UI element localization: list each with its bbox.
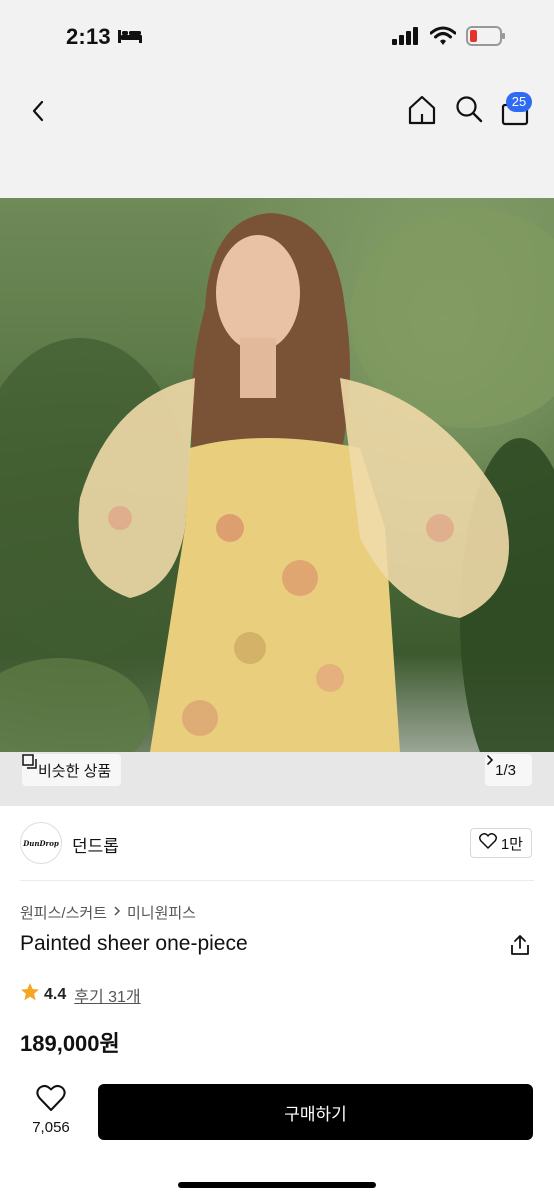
top-navigation: 25 — [0, 76, 554, 198]
similar-products-button[interactable]: 비슷한 상품 — [22, 754, 122, 786]
home-icon[interactable] — [406, 94, 438, 131]
shop-name[interactable]: 던드롭 — [72, 832, 119, 857]
rating-row: 4.4 후기 31개 — [20, 982, 141, 1007]
shop-info-row[interactable]: DunDrop 던드롭 1만 — [0, 806, 554, 880]
status-bar: 2:13 — [0, 0, 554, 76]
cart-count-badge: 25 — [506, 92, 532, 112]
like-count: 7,056 — [32, 1119, 70, 1136]
search-icon[interactable] — [454, 94, 484, 129]
back-button[interactable] — [24, 96, 54, 126]
star-icon — [20, 982, 40, 1007]
divider — [20, 880, 534, 881]
chevron-left-icon — [32, 100, 44, 122]
image-page-indicator[interactable]: 1/3 — [485, 754, 532, 786]
product-title: Painted sheer one-piece — [20, 932, 248, 955]
product-price: 189,000원 — [20, 1031, 120, 1056]
shop-favorite-button[interactable]: 1만 — [469, 828, 532, 858]
breadcrumb-item[interactable]: 원피스/스커트 — [20, 902, 107, 923]
signal-icon — [392, 27, 420, 50]
wifi-icon — [429, 26, 457, 51]
similar-products-label: 비슷한 상품 — [38, 762, 112, 780]
page-indicator-text: 1/3 — [495, 761, 516, 779]
heart-icon — [36, 1084, 66, 1116]
product-photo — [0, 208, 554, 752]
heart-icon — [478, 833, 497, 853]
home-indicator — [178, 1182, 376, 1188]
chevron-right-icon — [113, 904, 121, 921]
bed-icon — [117, 26, 143, 49]
favorite-count: 1만 — [500, 835, 523, 853]
battery-icon — [466, 26, 506, 51]
buy-button[interactable]: 구매하기 — [98, 1084, 533, 1140]
breadcrumb: 원피스/스커트 미니원피스 — [20, 902, 196, 923]
share-icon[interactable] — [509, 934, 531, 961]
review-count-link[interactable]: 후기 31개 — [74, 983, 140, 1007]
status-time: 2:13 — [66, 24, 111, 49]
product-image-carousel[interactable]: 비슷한 상품 1/3 — [0, 198, 554, 806]
shop-logo[interactable]: DunDrop — [20, 822, 62, 864]
rating-score: 4.4 — [44, 985, 67, 1003]
breadcrumb-item[interactable]: 미니원피스 — [127, 902, 196, 923]
like-button[interactable]: 7,056 — [22, 1084, 80, 1136]
